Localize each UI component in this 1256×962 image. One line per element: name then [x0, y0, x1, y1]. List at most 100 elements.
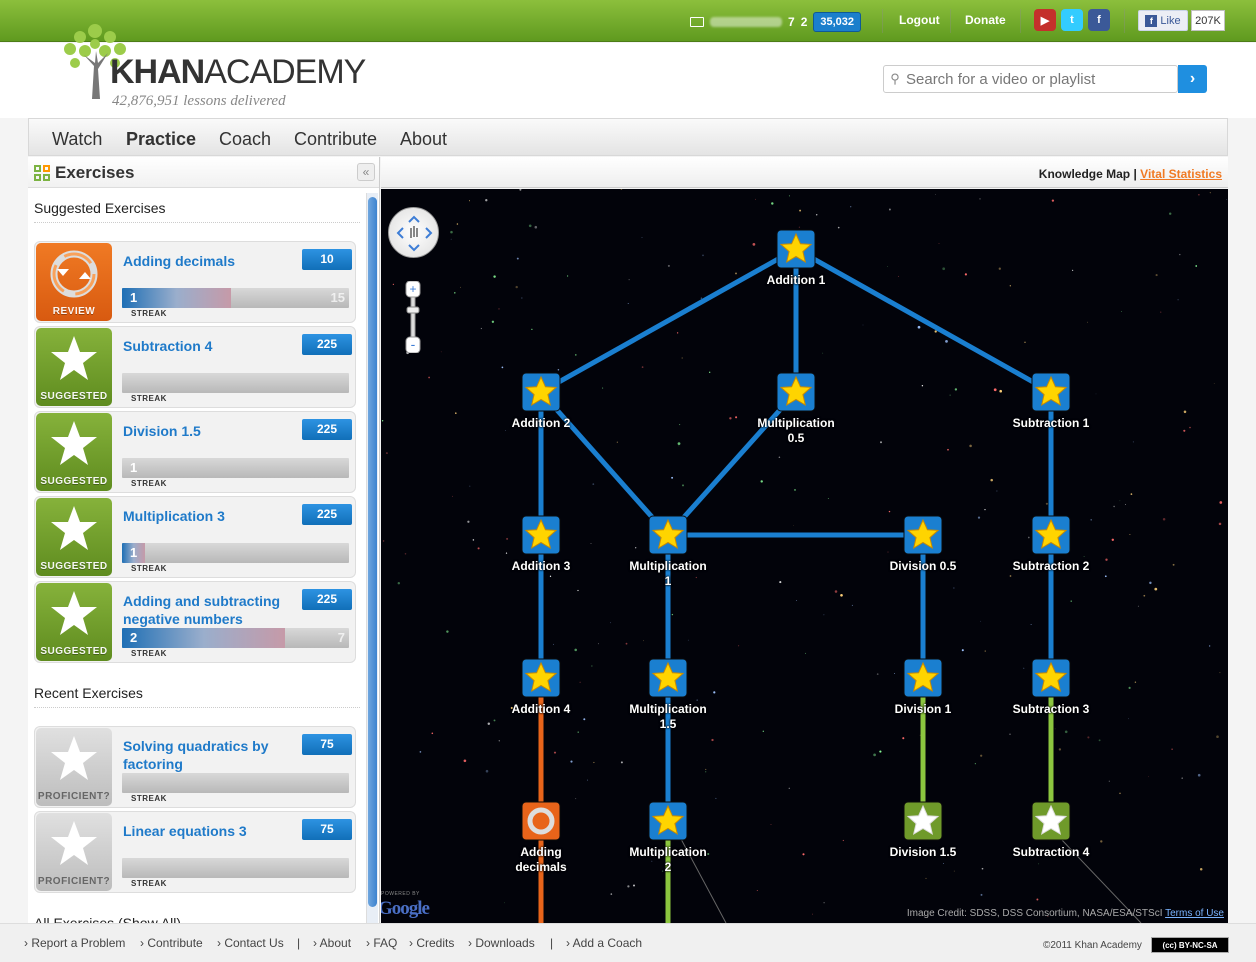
exercise-name[interactable]: Adding decimals — [123, 252, 298, 270]
nav-practice[interactable]: Practice — [126, 129, 196, 150]
node-label[interactable]: Subtraction 2 — [991, 559, 1111, 574]
exercise-node-add1[interactable] — [776, 229, 816, 269]
search-submit-button[interactable]: › — [1178, 65, 1207, 93]
exercise-status-badge[interactable]: SUGGESTED — [36, 413, 112, 491]
footer-add-coach[interactable]: › Add a Coach — [566, 936, 642, 950]
node-label[interactable]: Addition 4 — [481, 702, 601, 717]
exercise-status-badge[interactable]: SUGGESTED — [36, 498, 112, 576]
node-label[interactable]: Division 0.5 — [863, 559, 983, 574]
exercise-node-sub4[interactable] — [1031, 801, 1071, 841]
collapse-panel-button[interactable]: « — [357, 163, 375, 181]
background-star — [404, 553, 407, 555]
footer-report-problem[interactable]: › Report a Problem — [24, 936, 125, 950]
exercise-node-div05[interactable] — [903, 515, 943, 555]
logout-link[interactable]: Logout — [899, 13, 940, 27]
terms-of-use-link[interactable]: Terms of Use — [1165, 908, 1224, 919]
node-label[interactable]: Addition 2 — [481, 416, 601, 431]
knowledge-map[interactable]: Addition 1 Addition 2 Multiplication 0.5 Su… — [381, 189, 1228, 923]
node-label[interactable]: Subtraction 4 — [991, 845, 1111, 860]
node-label[interactable]: Addition 1 — [736, 273, 856, 288]
cc-license-badge[interactable]: (cc) BY-NC-SA — [1151, 937, 1229, 953]
nav-contribute[interactable]: Contribute — [294, 129, 377, 150]
exercise-points: 225 — [302, 589, 352, 610]
nav-coach[interactable]: Coach — [219, 129, 271, 150]
facebook-like-button[interactable]: f Like — [1138, 10, 1188, 31]
footer-contribute[interactable]: › Contribute — [140, 936, 203, 950]
exercise-name[interactable]: Adding and subtracting negative numbers — [123, 592, 298, 628]
footer-contact-us[interactable]: › Contact Us — [217, 936, 284, 950]
facebook-icon[interactable]: f — [1088, 9, 1110, 31]
exercise-card[interactable]: SUGGESTED Subtraction 4 225 STREAK — [34, 326, 356, 408]
exercise-card[interactable]: SUGGESTED Multiplication 3 225 1 STREAK — [34, 496, 356, 578]
donate-link[interactable]: Donate — [965, 13, 1006, 27]
exercise-node-sub1[interactable] — [1031, 372, 1071, 412]
exercise-status-badge[interactable]: REVIEW — [36, 243, 112, 321]
streak-label: STREAK — [131, 394, 167, 403]
node-label[interactable]: Addition 3 — [481, 559, 601, 574]
background-star — [452, 495, 453, 497]
exercise-node-div1[interactable] — [903, 658, 943, 698]
background-star — [463, 759, 467, 763]
exercise-node-mul05[interactable] — [776, 372, 816, 412]
exercise-name[interactable]: Division 1.5 — [123, 422, 298, 440]
pan-control[interactable] — [388, 207, 439, 258]
exercise-card[interactable]: SUGGESTED Adding and subtracting negativ… — [34, 581, 356, 663]
exercise-name[interactable]: Linear equations 3 — [123, 822, 298, 840]
footer-downloads[interactable]: › Downloads — [468, 936, 535, 950]
logo-wordmark[interactable]: KHANACADEMY — [110, 53, 366, 92]
divider — [1124, 9, 1125, 33]
node-label[interactable]: Subtraction 3 — [991, 702, 1111, 717]
exercise-node-mul15[interactable] — [648, 658, 688, 698]
exercise-name[interactable]: Solving quadratics by factoring — [123, 737, 298, 773]
nav-about[interactable]: About — [400, 129, 447, 150]
node-label[interactable]: Division 1 — [863, 702, 983, 717]
exercise-status-badge[interactable]: SUGGESTED — [36, 583, 112, 661]
twitter-icon[interactable]: t — [1061, 9, 1083, 31]
knowledge-graph[interactable] — [381, 189, 1228, 923]
search-input[interactable] — [906, 70, 1166, 88]
node-label[interactable]: Multiplication 0.5 — [753, 416, 839, 446]
exercise-node-add3[interactable] — [521, 515, 561, 555]
youtube-icon[interactable]: ▶ — [1034, 9, 1056, 31]
user-info[interactable]: 7 2 35,032 — [690, 12, 862, 32]
exercise-node-adddec[interactable] — [521, 801, 561, 841]
node-label[interactable]: Subtraction 1 — [991, 416, 1111, 431]
exercise-node-add4[interactable] — [521, 658, 561, 698]
footer-faq[interactable]: › FAQ — [366, 936, 397, 950]
exercise-node-add2[interactable] — [521, 372, 561, 412]
background-star — [879, 750, 882, 753]
exercise-card[interactable]: PROFICIENT? Solving quadratics by factor… — [34, 726, 356, 808]
nav-watch[interactable]: Watch — [52, 129, 102, 150]
knowledge-map-link[interactable]: Knowledge Map — [1039, 167, 1130, 181]
exercise-status-badge[interactable]: PROFICIENT? — [36, 813, 112, 891]
mail-icon[interactable] — [690, 17, 704, 27]
exercise-node-mul2[interactable] — [648, 801, 688, 841]
all-exercises-title[interactable]: All Exercises (Show All) — [34, 915, 181, 923]
footer-about[interactable]: › About — [313, 936, 351, 950]
exercise-card[interactable]: PROFICIENT? Linear equations 3 75 STREAK — [34, 811, 356, 893]
exercise-status-badge[interactable]: PROFICIENT? — [36, 728, 112, 806]
vital-statistics-link[interactable]: Vital Statistics — [1140, 167, 1222, 181]
google-logo[interactable]: Google — [381, 898, 430, 920]
username-blurred[interactable] — [710, 17, 782, 27]
exercise-status-badge[interactable]: SUGGESTED — [36, 328, 112, 406]
node-label[interactable]: Multiplication 2 — [625, 845, 711, 875]
exercise-card[interactable]: SUGGESTED Division 1.5 225 1 STREAK — [34, 411, 356, 493]
scrollbar-thumb[interactable] — [368, 197, 377, 907]
node-label[interactable]: Division 1.5 — [863, 845, 983, 860]
exercise-node-sub2[interactable] — [1031, 515, 1071, 555]
node-label[interactable]: Adding decimals — [511, 845, 571, 875]
exercise-node-div15[interactable] — [903, 801, 943, 841]
exercise-node-sub3[interactable] — [1031, 658, 1071, 698]
node-label[interactable]: Multiplication 1.5 — [625, 702, 711, 732]
energy-points[interactable]: 35,032 — [813, 12, 862, 32]
exercise-name[interactable]: Subtraction 4 — [123, 337, 298, 355]
exercise-card[interactable]: REVIEW Adding decimals 10 1 15 STREAK — [34, 241, 356, 323]
exercise-name[interactable]: Multiplication 3 — [123, 507, 298, 525]
scrollbar[interactable] — [366, 193, 378, 923]
zoom-control[interactable]: + - — [404, 281, 422, 353]
exercise-node-mul1[interactable] — [648, 515, 688, 555]
background-star — [771, 202, 774, 205]
footer-credits[interactable]: › Credits — [409, 936, 454, 950]
node-label[interactable]: Multiplication 1 — [625, 559, 711, 589]
